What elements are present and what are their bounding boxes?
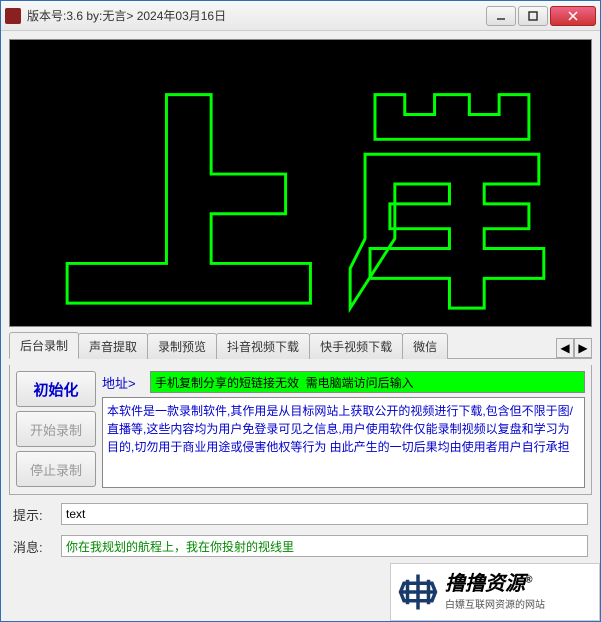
watermark-logo-icon [397, 571, 439, 613]
watermark-brand: 撸撸资源® [445, 574, 545, 594]
tab-douyin[interactable]: 抖音视频下载 [216, 333, 310, 359]
watermark-text: 撸撸资源® 白嫖互联网资源的网站 [445, 574, 545, 611]
window-controls [484, 6, 596, 26]
window-title: 版本号:3.6 by:无言> 2024年03月16日 [27, 7, 484, 24]
app-icon [5, 8, 21, 24]
message-row: 消息: [9, 533, 592, 559]
maximize-button[interactable] [518, 6, 548, 26]
right-column: 地址> 本软件是一款录制软件,其作用是从目标网站上获取公开的视频进行下载,包含但… [102, 371, 585, 488]
minimize-button[interactable] [486, 6, 516, 26]
prompt-label: 提示: [13, 505, 53, 524]
titlebar: 版本号:3.6 by:无言> 2024年03月16日 [1, 1, 600, 31]
tab-scroll-right[interactable]: ▶ [574, 338, 592, 358]
button-column: 初始化 开始录制 停止录制 [16, 371, 96, 488]
prompt-row: 提示: [9, 501, 592, 527]
tab-scroll-left[interactable]: ◀ [556, 338, 574, 358]
tab-wechat[interactable]: 微信 [402, 333, 448, 359]
tab-record[interactable]: 后台录制 [9, 332, 79, 359]
watermark-reg: ® [525, 574, 532, 585]
watermark-tagline: 白嫖互联网资源的网站 [445, 596, 545, 611]
watermark-brand-text: 撸撸资源 [445, 573, 525, 595]
tab-kuaishou[interactable]: 快手视频下载 [309, 333, 403, 359]
close-button[interactable] [550, 6, 596, 26]
prompt-input[interactable] [61, 503, 588, 525]
message-label: 消息: [13, 537, 53, 556]
address-label: 地址> [102, 373, 146, 392]
app-window: 版本号:3.6 by:无言> 2024年03月16日 [0, 0, 601, 622]
address-input[interactable] [150, 371, 585, 393]
tab-pane: 初始化 开始录制 停止录制 地址> 本软件是一款录制软件,其作用是从目标网站上获… [9, 365, 592, 495]
stop-record-button[interactable]: 停止录制 [16, 451, 96, 487]
banner [9, 39, 592, 327]
banner-art [10, 40, 591, 326]
init-button[interactable]: 初始化 [16, 371, 96, 407]
tab-bar: 后台录制 声音提取 录制预览 抖音视频下载 快手视频下载 微信 ◀ ▶ [9, 333, 592, 359]
message-input[interactable] [61, 535, 588, 557]
disclaimer-text: 本软件是一款录制软件,其作用是从目标网站上获取公开的视频进行下载,包含但不限于图… [102, 397, 585, 488]
address-row: 地址> [102, 371, 585, 393]
client-area: 后台录制 声音提取 录制预览 抖音视频下载 快手视频下载 微信 ◀ ▶ 初始化 … [1, 31, 600, 621]
watermark-overlay: 撸撸资源® 白嫖互联网资源的网站 [390, 563, 600, 621]
tab-preview[interactable]: 录制预览 [147, 333, 217, 359]
start-record-button[interactable]: 开始录制 [16, 411, 96, 447]
tab-scroll: ◀ ▶ [556, 338, 592, 358]
tab-audio[interactable]: 声音提取 [78, 333, 148, 359]
